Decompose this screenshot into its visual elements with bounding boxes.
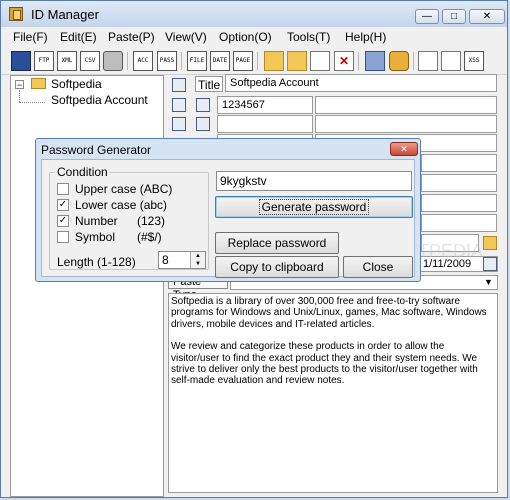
menu-bar: File(F) Edit(E) Paste(P) View(V) Option(… [1,27,507,47]
export-icon[interactable] [365,51,385,71]
paste-icon[interactable] [196,117,210,131]
tree-item-softpedia-account[interactable]: Softpedia Account [51,93,148,107]
id-field[interactable]: 1234567 [217,96,313,114]
menu-view[interactable]: View(V) [165,30,207,44]
title-row-icon[interactable] [172,78,186,92]
copy-icon[interactable] [172,117,186,131]
xml-icon[interactable]: XML [57,51,77,71]
file-icon[interactable]: FILE [187,51,207,71]
generate-password-button[interactable]: Generate password [215,196,413,218]
close-button[interactable]: Close [343,256,413,278]
date-icon[interactable]: DATE [210,51,230,71]
symbol-label: Symbol [75,230,116,244]
id-note-field[interactable] [315,96,497,114]
number-label: Number [75,214,118,228]
ftp-icon[interactable]: FTP [34,51,54,71]
extra-field-3[interactable] [421,174,497,192]
url-field[interactable] [421,234,479,252]
length-value: 8 [162,253,169,267]
document-icon[interactable] [310,51,330,71]
copy-icon[interactable] [172,98,186,112]
menu-edit[interactable]: Edit(E) [60,30,97,44]
title-field[interactable]: Softpedia Account [225,74,497,92]
menu-help[interactable]: Help(H) [345,30,386,44]
title-bar: ID Manager — □ ✕ [1,1,507,28]
copy-to-clipboard-button[interactable]: Copy to clipboard [215,256,339,278]
tree-root-label[interactable]: Softpedia [51,77,102,91]
menu-paste[interactable]: Paste(P) [108,30,155,44]
new-item-icon[interactable] [287,51,307,71]
notes-textarea[interactable]: Softpedia is a library of over 300,000 f… [168,293,498,493]
new-folder-icon[interactable] [264,51,284,71]
save-icon[interactable] [11,51,31,71]
paste-icon[interactable] [196,98,210,112]
condition-group-title: Condition [55,165,110,179]
number-example: (123) [137,214,166,228]
lowercase-checkbox[interactable]: ✓ [57,199,69,211]
number-checkbox[interactable]: ✓ [57,215,69,227]
extra-field-5[interactable] [421,214,497,232]
note-icon[interactable] [418,51,438,71]
length-spinner[interactable]: 8 ▲ ▼ [158,251,206,269]
extra-field-2[interactable] [421,154,497,172]
length-label: Length (1-128) [57,255,136,269]
chevron-down-icon[interactable]: ▼ [484,277,493,287]
condition-group: Condition Upper case (ABC) ✓ Lower case … [49,165,209,270]
dialog-body: Condition Upper case (ABC) ✓ Lower case … [41,159,415,278]
menu-option[interactable]: Option(O) [219,30,272,44]
folder-icon [31,78,46,89]
dialog-title: Password Generator [41,143,152,157]
generated-password-field[interactable]: 9kygkstv [216,171,412,191]
csv-icon[interactable]: CSV [80,51,100,71]
uppercase-label: Upper case (ABC) [75,182,173,196]
toolbar: FTP XML CSV ACC PASS FILE DATE PAGE ✕ XS… [1,48,507,75]
symbol-example: (#$/) [137,230,162,244]
page-icon[interactable]: PAGE [233,51,253,71]
xss-icon[interactable]: XSS [464,51,484,71]
menu-file[interactable]: File(F) [13,30,48,44]
window-title: ID Manager [31,7,99,22]
app-icon [9,7,23,21]
replace-password-button[interactable]: Replace password [215,232,339,254]
extra-field-4[interactable] [421,194,497,212]
symbol-checkbox[interactable] [57,231,69,243]
password-note-field[interactable] [315,115,497,133]
calendar-icon[interactable] [483,257,497,271]
notes-paragraph-2: We review and categorize these products … [171,341,481,387]
uppercase-checkbox[interactable] [57,183,69,195]
settings-icon[interactable] [389,51,409,71]
check-icon[interactable] [441,51,461,71]
open-folder-icon[interactable] [483,236,497,250]
pass-icon[interactable]: PASS [157,51,177,71]
collapse-toggle[interactable]: − [15,80,24,90]
spinner-arrows[interactable]: ▲ ▼ [190,252,205,268]
title-tab: Title [195,76,223,92]
generate-password-label: Generate password [258,199,370,215]
minimize-button[interactable]: — [415,9,439,24]
printer-icon[interactable] [103,51,123,71]
dialog-close-button[interactable]: ✕ [390,142,418,156]
password-field[interactable] [217,115,313,133]
notes-paragraph-1: Softpedia is a library of over 300,000 f… [171,296,490,330]
menu-tools[interactable]: Tools(T) [287,30,330,44]
acc-icon[interactable]: ACC [133,51,153,71]
close-window-button[interactable]: ✕ [469,9,505,24]
lowercase-label: Lower case (abc) [75,198,168,212]
password-generator-dialog: Password Generator ✕ Condition Upper cas… [35,138,421,282]
maximize-button[interactable]: □ [442,9,466,24]
delete-icon[interactable]: ✕ [334,51,354,71]
